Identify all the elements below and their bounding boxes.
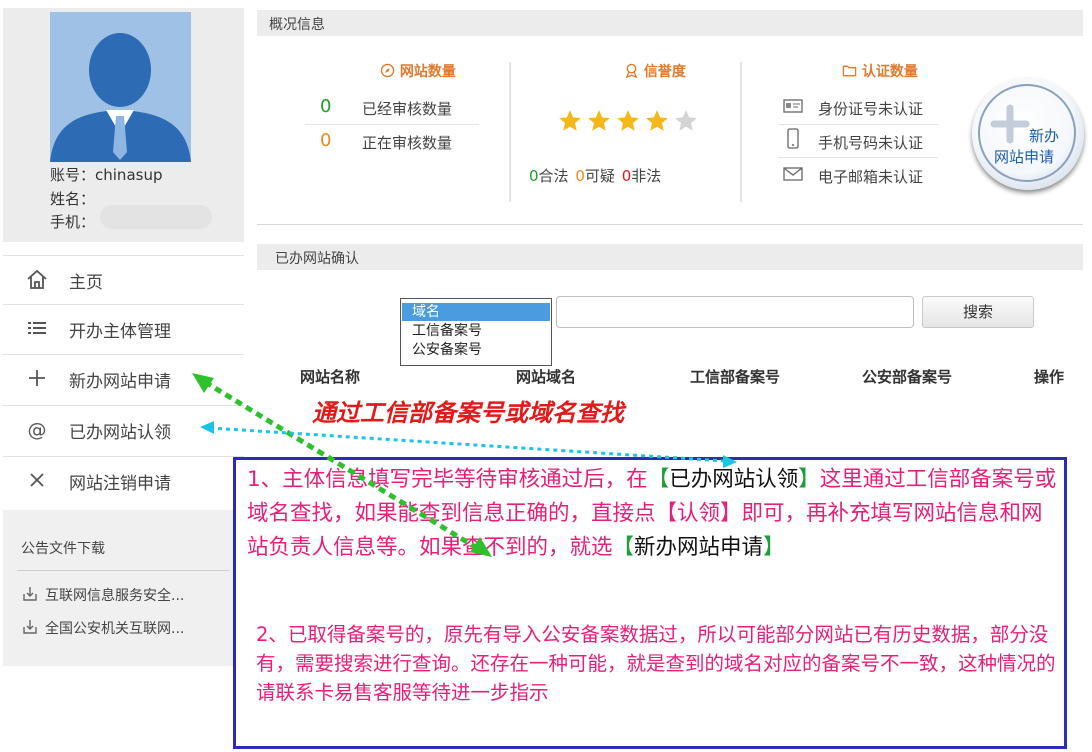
- announcement-doc-link[interactable]: 互联网信息服务安全...: [21, 585, 184, 605]
- list-icon: [25, 317, 49, 341]
- phone-line: 手机：: [50, 211, 95, 232]
- search-hint-annotation: 通过工信部备案号或域名查找: [312, 398, 624, 427]
- search-button[interactable]: 搜索: [922, 296, 1034, 328]
- avatar: [50, 12, 191, 162]
- search-type-dropdown[interactable]: 域名 工信备案号 公安备案号: [400, 298, 552, 366]
- column-header-site-name: 网站名称: [300, 368, 361, 386]
- home-icon: [25, 268, 49, 292]
- id-verification-status[interactable]: 身份证号未认证: [818, 98, 923, 119]
- id-card-icon: [783, 98, 803, 118]
- phone-value-redacted: [100, 205, 212, 229]
- star-icon: [617, 110, 639, 131]
- star-icon: [646, 110, 668, 131]
- sidebar-item-new-site[interactable]: 新办网站申请: [3, 354, 244, 402]
- dropdown-option-domain[interactable]: 域名: [402, 303, 550, 321]
- name-label: 姓名：: [50, 190, 96, 208]
- dropdown-option-police-record[interactable]: 公安备案号: [402, 341, 550, 359]
- email-verification-status[interactable]: 电子邮箱未认证: [818, 166, 923, 187]
- close-icon: [25, 469, 49, 493]
- star-icon: [588, 110, 610, 131]
- column-header-police-record: 公安部备案号: [862, 368, 953, 386]
- medal-icon: [625, 63, 638, 79]
- sidebar-item-label: 开办主体管理: [69, 322, 171, 342]
- divider: [740, 62, 742, 202]
- user-silhouette-icon: [50, 33, 191, 162]
- announcement-header: 公告文件下载: [21, 541, 105, 557]
- account-label: 账号：: [50, 166, 96, 184]
- mobile-phone-icon: [786, 128, 800, 154]
- confirmed-sites-title: 已办网站确认: [275, 251, 359, 267]
- sidebar-item-label: 主页: [69, 273, 103, 293]
- column-header-miit-record: 工信部备案号: [690, 368, 781, 386]
- download-icon: [23, 620, 37, 634]
- plus-icon: [25, 367, 49, 391]
- star-icon: [559, 110, 581, 131]
- section-divider: [257, 224, 1083, 225]
- plus-icon: [990, 104, 1030, 144]
- approved-count-label: 已经审核数量: [362, 100, 453, 118]
- phone-verification-status[interactable]: 手机号码未认证: [818, 132, 923, 153]
- sidebar-item-home[interactable]: 主页: [3, 255, 244, 303]
- sidebar-item-entity-management[interactable]: 开办主体管理: [3, 304, 244, 352]
- download-icon: [23, 587, 37, 601]
- legal-count: 0: [529, 167, 539, 185]
- instruction-note-box: 1、主体信息填写完毕等待审核通过后，在【已办网站认领】这里通过工信部备案号或域名…: [233, 457, 1067, 749]
- site-count-title: 网站数量: [380, 61, 456, 81]
- suspect-count: 0: [575, 167, 585, 185]
- divider: [305, 124, 479, 125]
- at-icon: @: [27, 419, 47, 441]
- column-header-domain: 网站域名: [516, 368, 577, 386]
- overview-title: 概况信息: [269, 17, 325, 33]
- divider: [778, 124, 938, 125]
- sidebar-item-claim-site[interactable]: @ 已办网站认领: [3, 405, 244, 453]
- divider: [509, 62, 511, 202]
- sidebar-item-label: 网站注销申请: [69, 474, 171, 494]
- reputation-counts: 0合法 0可疑 0非法: [529, 165, 661, 186]
- divider: [17, 570, 229, 571]
- new-site-apply-button[interactable]: 新办 网站申请: [972, 78, 1084, 190]
- instruction-paragraph-1: 1、主体信息填写完毕等待审核通过后，在【已办网站认领】这里通过工信部备案号或域名…: [247, 467, 1057, 560]
- announcement-panel: 公告文件下载 互联网信息服务安全... 全国公安机关互联网...: [3, 510, 244, 666]
- reputation-title: 信誉度: [624, 61, 686, 81]
- column-header-actions: 操作: [1034, 368, 1065, 386]
- reputation-stars: [556, 108, 701, 138]
- folder-icon: [842, 65, 857, 77]
- new-site-button-line2: 网站申请: [994, 148, 1055, 166]
- legal-label: 合法: [538, 167, 569, 185]
- dropdown-option-miit-record[interactable]: 工信备案号: [402, 322, 550, 340]
- new-site-button-line1: 新办: [1029, 127, 1060, 145]
- account-value: chinasup: [95, 166, 163, 184]
- illegal-label: 非法: [631, 167, 662, 185]
- star-icon: [675, 110, 697, 131]
- account-line: 账号：chinasup: [50, 164, 162, 185]
- sidebar-item-label: 新办网站申请: [69, 372, 171, 392]
- instruction-paragraph-2: 2、已取得备案号的，原先有导入公安备案数据过，所以可能部分网站已有历史数据，部分…: [256, 623, 1056, 704]
- phone-label: 手机：: [50, 213, 96, 231]
- divider: [778, 157, 938, 158]
- suspect-label: 可疑: [584, 167, 615, 185]
- pending-count: 0: [320, 130, 332, 151]
- search-input[interactable]: [556, 296, 914, 328]
- sidebar-item-cancel-site[interactable]: 网站注销申请: [3, 456, 244, 504]
- announcement-doc-link[interactable]: 全国公安机关互联网...: [21, 618, 184, 638]
- mail-icon: [783, 166, 803, 186]
- illegal-count: 0: [621, 167, 632, 185]
- compass-icon: [380, 63, 395, 78]
- approved-count: 0: [320, 96, 332, 117]
- overview-header: 概况信息: [257, 10, 1083, 36]
- pending-count-label: 正在审核数量: [362, 134, 453, 152]
- name-line: 姓名：: [50, 188, 95, 209]
- sidebar-item-label: 已办网站认领: [69, 423, 171, 443]
- confirmed-sites-header: 已办网站确认: [257, 244, 1083, 270]
- verification-title: 认证数量: [842, 61, 918, 81]
